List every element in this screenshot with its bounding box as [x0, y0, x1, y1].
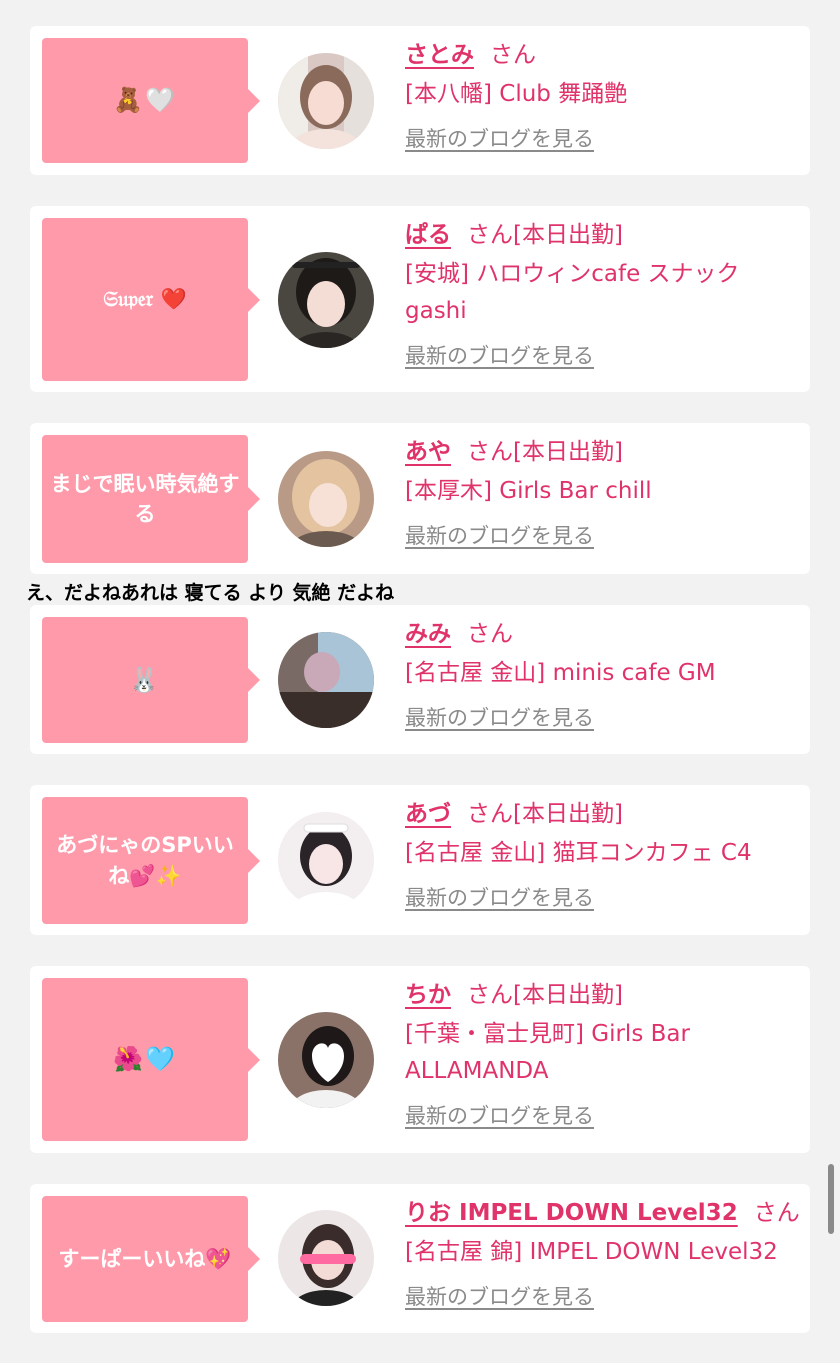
profile-name-link[interactable]: さとみ — [405, 42, 474, 68]
shop-name: [本厚木] Girls Bar chill — [405, 478, 652, 504]
message-bubble: あづにゃのSPいいね💕✨ — [42, 797, 260, 924]
message-text: 🌺🩵 — [113, 1045, 177, 1074]
message-text: 🧸🤍 — [113, 86, 177, 115]
shop-name: [名古屋 錦] IMPEL DOWN Level32 — [405, 1239, 778, 1265]
honorific: さん — [753, 1200, 800, 1226]
profile-name-link[interactable]: りお IMPEL DOWN Level32 — [405, 1200, 738, 1226]
blog-link[interactable]: 最新のブログを見る — [405, 520, 594, 550]
profile-name-link[interactable]: ぱる — [405, 222, 451, 248]
status-label: [本日出勤] — [513, 222, 623, 248]
profile-card: 𝔖𝔲𝔭𝔢𝔯 ❤️ ぱる さん[本日出勤] [安城] ハロウィンcafe スナックg… — [30, 206, 810, 392]
blog-link[interactable]: 最新のブログを見る — [405, 123, 594, 153]
profile-card: すーぱーいいね💖 りお IMPEL DOWN Level32 さん [名古屋 錦]… — [30, 1184, 810, 1333]
blog-link[interactable]: 最新のブログを見る — [405, 1281, 594, 1311]
profile-card: あづにゃのSPいいね💕✨ あづ さん[本日出勤] [名古屋 金山] 猫耳コンカフェ… — [30, 785, 810, 935]
status-label: [本日出勤] — [513, 982, 623, 1008]
shop-name: [本八幡] Club 舞踊艶 — [405, 81, 628, 107]
message-bubble: 𝔖𝔲𝔭𝔢𝔯 ❤️ — [42, 218, 260, 381]
message-text: 𝔖𝔲𝔭𝔢𝔯 ❤️ — [103, 287, 187, 312]
blog-link[interactable]: 最新のブログを見る — [405, 340, 594, 370]
profile-card: まじで眠い時気絶する あや さん[本日出勤] [本厚木] Girls Bar ch… — [30, 423, 810, 574]
message-bubble: 🌺🩵 — [42, 978, 260, 1141]
shop-name: [名古屋 金山] 猫耳コンカフェ C4 — [405, 840, 752, 866]
profile-name-link[interactable]: ちか — [405, 982, 451, 1008]
blog-link[interactable]: 最新のブログを見る — [405, 702, 594, 732]
profile-name-link[interactable]: みみ — [405, 621, 451, 647]
avatar[interactable] — [278, 632, 374, 728]
honorific: さん — [467, 621, 513, 647]
profile-card: 🐰 みみ さん [名古屋 金山] minis cafe GM 最新のブログを見る — [30, 605, 810, 754]
avatar[interactable] — [278, 451, 374, 547]
message-bubble: 🧸🤍 — [42, 38, 260, 163]
scrollbar[interactable] — [828, 1164, 834, 1234]
profile-card: 🧸🤍 さとみ さん [本八幡] Club 舞踊艶 最新のブログを見る — [30, 26, 810, 175]
message-bubble: 🐰 — [42, 617, 260, 743]
blog-link[interactable]: 最新のブログを見る — [405, 882, 594, 912]
profile-info: ぱる さん[本日出勤] [安城] ハロウィンcafe スナックgashi 最新のブ… — [405, 220, 796, 370]
message-text: まじで眠い時気絶する — [50, 471, 240, 526]
message-bubble: すーぱーいいね💖 — [42, 1196, 260, 1322]
profile-info: みみ さん [名古屋 金山] minis cafe GM 最新のブログを見る — [405, 619, 796, 732]
profile-info: りお IMPEL DOWN Level32 さん [名古屋 錦] IMPEL DO… — [405, 1198, 800, 1311]
profile-name-link[interactable]: あづ — [405, 801, 451, 827]
avatar[interactable] — [278, 1210, 374, 1306]
honorific: さん — [490, 42, 536, 68]
message-text: すーぱーいいね💖 — [58, 1246, 232, 1271]
overlay-caption: え、だよねあれは 寝てる より 気絶 だよね — [26, 582, 395, 604]
status-label: [本日出勤] — [513, 801, 623, 827]
profile-card: 🌺🩵 ちか さん[本日出勤] [千葉・富士見町] Girls Bar ALLAMA… — [30, 966, 810, 1153]
profile-name-link[interactable]: あや — [405, 439, 451, 465]
avatar[interactable] — [278, 252, 374, 348]
avatar[interactable] — [278, 53, 374, 149]
status-label: [本日出勤] — [513, 439, 623, 465]
shop-name: [名古屋 金山] minis cafe GM — [405, 660, 716, 686]
honorific: さん — [467, 982, 513, 1008]
profile-info: さとみ さん [本八幡] Club 舞踊艶 最新のブログを見る — [405, 40, 796, 153]
honorific: さん — [467, 801, 513, 827]
avatar[interactable] — [278, 1012, 374, 1108]
honorific: さん — [467, 222, 513, 248]
avatar[interactable] — [278, 812, 374, 908]
message-text: 🐰 — [129, 665, 161, 694]
honorific: さん — [467, 439, 513, 465]
profile-info: ちか さん[本日出勤] [千葉・富士見町] Girls Bar ALLAMANDA… — [405, 980, 796, 1130]
profile-info: あや さん[本日出勤] [本厚木] Girls Bar chill 最新のブログを… — [405, 437, 796, 550]
shop-name: [安城] ハロウィンcafe スナックgashi — [405, 261, 740, 324]
profile-info: あづ さん[本日出勤] [名古屋 金山] 猫耳コンカフェ C4 最新のブログを見る — [405, 799, 796, 912]
message-text: あづにゃのSPいいね💕✨ — [56, 833, 234, 888]
shop-name: [千葉・富士見町] Girls Bar ALLAMANDA — [405, 1021, 690, 1084]
message-bubble: まじで眠い時気絶する — [42, 435, 260, 563]
blog-link[interactable]: 最新のブログを見る — [405, 1100, 594, 1130]
